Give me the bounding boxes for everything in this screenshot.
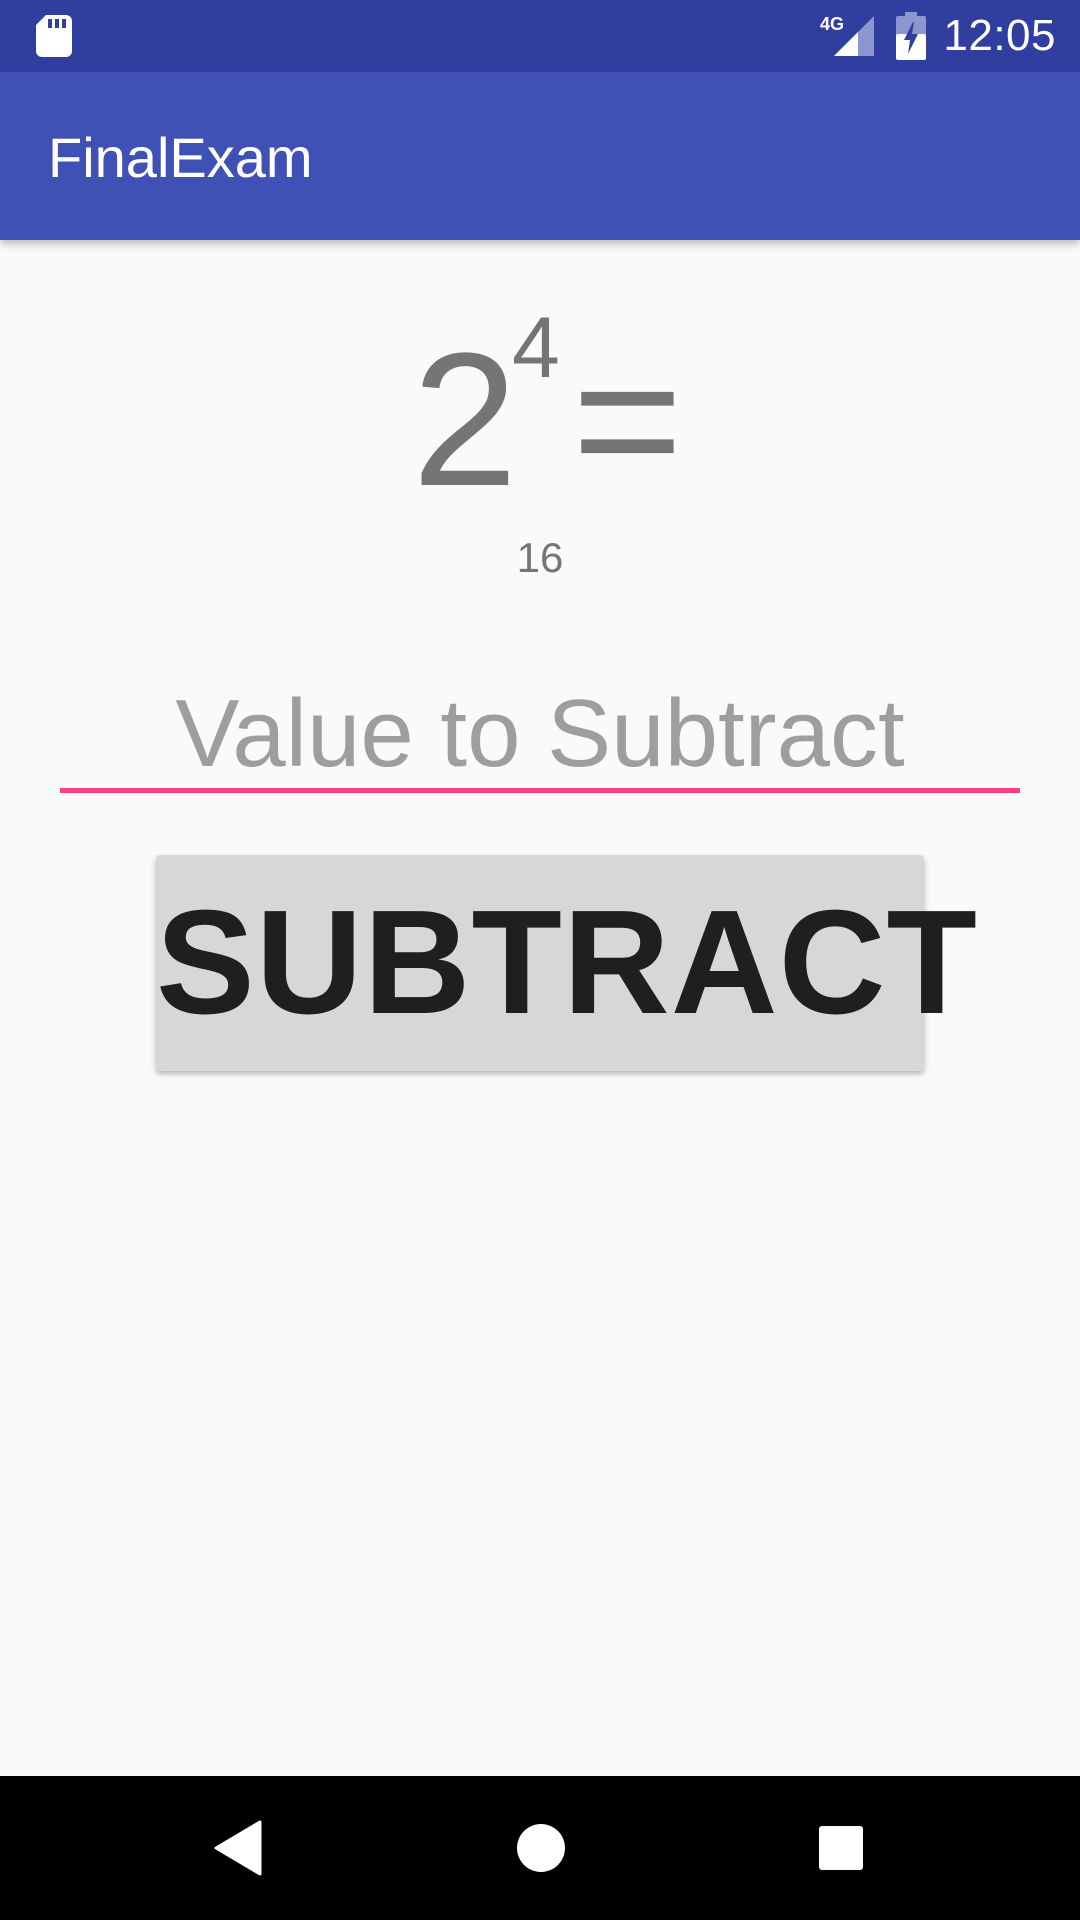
battery-charging-icon — [896, 12, 926, 60]
subtract-button[interactable]: SUBTRACT — [156, 855, 977, 1071]
app-bar: FinalExam — [0, 72, 1080, 240]
signal-icon: 4G — [820, 14, 874, 56]
value-to-subtract-input[interactable] — [60, 680, 1020, 793]
app-screen: 4G 12:05 FinalExam 2 4 = 16 SUBTRACT — [0, 0, 1080, 1920]
navigation-bar — [0, 1776, 1080, 1920]
network-type-label: 4G — [820, 14, 844, 34]
recents-icon[interactable] — [818, 1825, 864, 1871]
status-clock: 12:05 — [943, 11, 1056, 60]
equation-equals-sign: = — [572, 314, 683, 526]
app-title: FinalExam — [48, 126, 313, 189]
home-icon[interactable] — [516, 1823, 566, 1873]
power-equation: 2 4 = — [0, 300, 1080, 520]
equation-exponent: 4 — [512, 300, 560, 396]
status-bar: 4G 12:05 — [0, 0, 1080, 72]
equation-result: 16 — [516, 534, 564, 581]
sd-card-icon — [36, 15, 72, 57]
equation-base: 2 — [412, 314, 518, 526]
back-icon[interactable] — [214, 1820, 262, 1876]
